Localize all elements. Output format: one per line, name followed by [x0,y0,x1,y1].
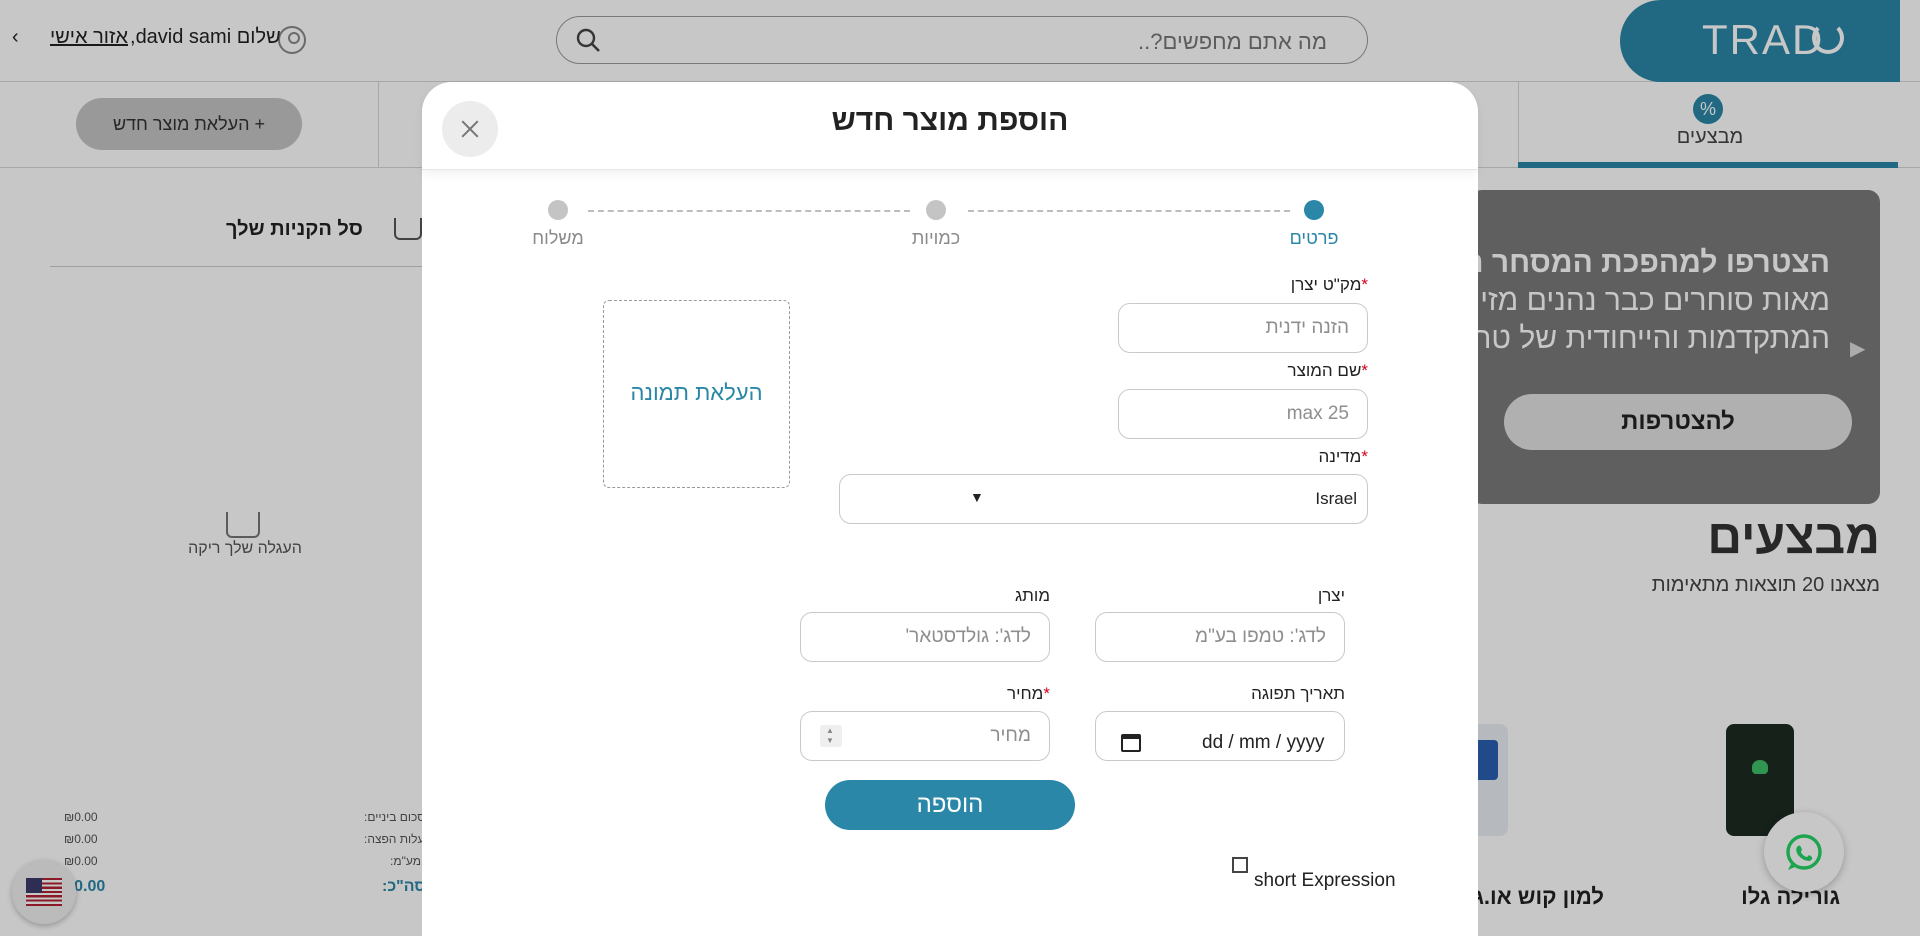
step-shipping-label[interactable]: משלוח [498,228,618,249]
brand-input[interactable] [800,612,1050,662]
manufacturer-input[interactable] [1095,612,1345,662]
price-label: *מחיר [850,684,1050,704]
step-details-label[interactable]: פרטים [1254,228,1374,249]
modal-title: הוספת מוצר חדש [831,104,1069,137]
step-quantities-label[interactable]: כמויות [876,228,996,249]
step-shipping-dot[interactable] [548,200,568,220]
close-icon[interactable] [442,101,498,157]
step-details-dot[interactable] [1304,200,1324,220]
product-name-label: *שם המוצר [1168,361,1368,381]
brand-label: מותג [1014,586,1050,605]
country-select[interactable]: Israel ▼ [839,474,1368,524]
calendar-icon[interactable] [1121,734,1141,752]
country-label-text: מדינה [1318,447,1362,466]
sku-label-text: מק"ט יצרן [1290,275,1362,294]
stepper-down-icon[interactable]: ▼ [826,737,834,745]
required-mark: * [1043,684,1050,703]
stepper-line [968,210,1290,212]
image-upload-label[interactable]: העלאת תמונה [603,380,790,406]
add-product-submit-button[interactable]: הוספה [825,780,1075,830]
required-mark: * [1361,361,1368,380]
short-expression-checkbox[interactable] [1232,857,1248,873]
chevron-down-icon[interactable]: ▼ [970,489,984,505]
price-label-text: מחיר [1007,684,1044,703]
country-value[interactable]: Israel [1315,489,1357,509]
stepper-up-icon[interactable]: ▲ [826,727,834,735]
sku-label: *מק"ט יצרן [1168,275,1368,295]
expiry-date-placeholder[interactable]: dd / mm / yyyy [1202,732,1324,754]
required-mark: * [1361,447,1368,466]
product-name-label-text: שם המוצר [1287,361,1362,380]
country-label: *מדינה [1168,447,1368,467]
stepper-line [588,210,910,212]
manufacturer-label: יצרן [1317,586,1345,605]
product-name-input[interactable] [1118,389,1368,439]
expiry-label: תאריך תפוגה [1251,684,1345,703]
sku-input[interactable] [1118,303,1368,353]
required-mark: * [1361,275,1368,294]
step-quantities-dot[interactable] [926,200,946,220]
short-expression-label[interactable]: short Expression [1254,870,1396,892]
